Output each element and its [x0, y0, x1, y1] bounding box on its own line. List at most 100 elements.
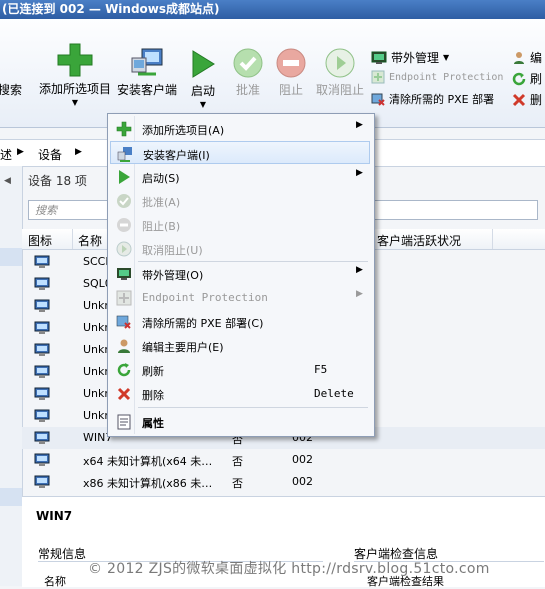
oob-menu-button[interactable]: 带外管理 ▼ — [371, 49, 449, 66]
oob-icon — [371, 51, 387, 64]
nav-item[interactable] — [0, 488, 22, 506]
menu-label: 阻止(B) — [142, 220, 181, 233]
menu-item-edit-primary-user[interactable]: 编辑主要用户(E) — [110, 334, 370, 357]
computer-icon — [34, 321, 50, 334]
breadcrumb-part-1[interactable]: 述 — [0, 146, 12, 163]
menu-item-start[interactable]: 启动(S) ▶ — [110, 165, 370, 188]
unblock-button[interactable]: 取消阻止 — [316, 48, 364, 98]
delete-icon — [512, 93, 526, 106]
device-count-header: 设备 18 项 — [28, 174, 87, 188]
delete-icon — [117, 387, 131, 401]
user-icon — [514, 51, 524, 64]
detail-title: WIN7 — [36, 509, 73, 523]
menu-label: 属性 — [142, 417, 164, 430]
install-client-button[interactable]: 安装客户端 — [117, 46, 177, 98]
table-row[interactable]: x86 未知计算机(x86 未… 否 002 — [22, 471, 545, 493]
refresh-icon — [117, 363, 131, 377]
menu-label: 安装客户端(I) — [143, 149, 210, 162]
menu-item-oob[interactable]: 带外管理(O) ▶ — [110, 262, 370, 285]
block-icon — [276, 48, 306, 78]
menu-shortcut: Delete — [314, 387, 354, 400]
breadcrumb-separator: ▶ — [17, 147, 24, 157]
computer-icon — [34, 453, 50, 466]
column-name[interactable]: 名称 — [78, 232, 102, 249]
column-client-status[interactable]: 客户端活跃状况 — [377, 232, 461, 249]
computer-icon — [34, 343, 50, 356]
block-button[interactable]: 阻止 — [276, 48, 306, 98]
menu-label: 清除所需的 PXE 部署(C) — [142, 317, 264, 330]
delete-clip-label: 删 — [530, 93, 543, 107]
clear-pxe-icon — [371, 93, 385, 106]
menu-item-add-selected[interactable]: 添加所选项目(A) ▶ — [110, 117, 370, 140]
unblock-icon — [116, 241, 132, 257]
submenu-arrow-icon: ▶ — [356, 168, 363, 178]
oob-icon — [117, 268, 131, 280]
menu-label: 删除 — [142, 389, 164, 402]
add-selected-button[interactable]: 添加所选项目 ▼ — [39, 43, 111, 107]
menu-item-approve[interactable]: 批准(A) — [110, 189, 370, 212]
endpoint-protection-icon — [371, 70, 385, 84]
name-label: 名称 — [44, 575, 66, 588]
menu-item-endpoint-protection[interactable]: Endpoint Protection ▶ — [110, 286, 370, 309]
search-button-clipped[interactable]: 搜索 — [0, 81, 22, 98]
properties-icon — [117, 414, 131, 430]
menu-label: 批准(A) — [142, 196, 181, 209]
plus-icon — [57, 43, 93, 77]
device-site-code: 002 — [292, 453, 313, 466]
device-name: x64 未知计算机(x64 未… — [83, 455, 213, 468]
menu-label: 编辑主要用户(E) — [142, 341, 224, 354]
computer-icon — [34, 409, 50, 422]
menu-label: 取消阻止(U) — [142, 244, 203, 257]
endpoint-protection-button[interactable]: Endpoint Protection — [371, 70, 503, 84]
add-selected-label: 添加所选项目 — [39, 82, 112, 96]
menu-item-properties[interactable]: 属性 — [110, 410, 370, 433]
window-title: (已连接到 002 — Windows成都站点) — [0, 0, 545, 19]
general-info-heading: 常规信息 — [38, 547, 87, 561]
collapse-arrow-icon[interactable]: ◀ — [4, 176, 11, 186]
install-client-icon — [117, 147, 132, 162]
context-menu: 添加所选项目(A) ▶ 安装客户端(I) 启动(S) ▶ 批准(A) 阻止(B)… — [107, 113, 375, 437]
breadcrumb-devices[interactable]: 设备 — [38, 146, 62, 163]
ribbon: 搜索 添加所选项目 ▼ 安装客户端 启动 ▼ 批准 阻止 取消阻止 带外管理 ▼ … — [0, 19, 545, 128]
menu-label: 添加所选项目(A) — [142, 124, 225, 137]
menu-label: Endpoint Protection — [142, 291, 268, 304]
submenu-arrow-icon: ▶ — [356, 120, 363, 130]
nav-item-selected[interactable] — [0, 248, 22, 266]
refresh-button-clipped[interactable]: 刷 — [512, 70, 542, 87]
breadcrumb-separator-2: ▶ — [75, 147, 82, 157]
clear-pxe-button[interactable]: 清除所需的 PXE 部署 — [371, 91, 494, 107]
submenu-arrow-icon: ▶ — [356, 265, 363, 275]
edit-primary-user-button-clipped[interactable]: 编 — [512, 49, 542, 66]
refresh-clip-label: 刷 — [530, 72, 543, 86]
install-client-label: 安装客户端 — [117, 83, 178, 97]
menu-item-delete[interactable]: 删除 Delete — [110, 382, 370, 405]
delete-button-clipped[interactable]: 删 — [512, 91, 542, 108]
menu-item-block[interactable]: 阻止(B) — [110, 213, 370, 236]
menu-label: 刷新 — [142, 365, 164, 378]
plus-icon — [116, 121, 132, 137]
computer-icon — [34, 255, 50, 268]
menu-item-refresh[interactable]: 刷新 F5 — [110, 358, 370, 381]
unblock-icon — [325, 48, 355, 78]
computer-icon — [34, 387, 50, 400]
start-label: 启动 — [190, 84, 215, 98]
device-client-flag: 否 — [232, 455, 243, 468]
table-row[interactable]: x64 未知计算机(x64 未… 否 002 — [22, 449, 545, 471]
computer-icon — [34, 299, 50, 312]
start-button[interactable]: 启动 ▼ — [190, 49, 216, 109]
device-client-flag: 否 — [232, 477, 243, 490]
edit-clip-label: 编 — [530, 51, 543, 65]
menu-item-install-client[interactable]: 安装客户端(I) — [110, 141, 370, 164]
menu-item-clear-pxe[interactable]: 清除所需的 PXE 部署(C) — [110, 310, 370, 333]
navigation-pane: ◀ — [0, 166, 23, 586]
play-icon — [192, 50, 215, 78]
unblock-label: 取消阻止 — [316, 83, 365, 97]
menu-shortcut: F5 — [314, 363, 328, 376]
approve-button[interactable]: 批准 — [233, 48, 263, 98]
column-icon[interactable]: 图标 — [28, 232, 52, 249]
check-icon — [117, 194, 131, 208]
computer-icon — [34, 475, 50, 488]
clear-pxe-label: 清除所需的 PXE 部署 — [389, 93, 495, 106]
menu-item-unblock[interactable]: 取消阻止(U) — [110, 237, 370, 260]
block-label: 阻止 — [278, 83, 303, 97]
